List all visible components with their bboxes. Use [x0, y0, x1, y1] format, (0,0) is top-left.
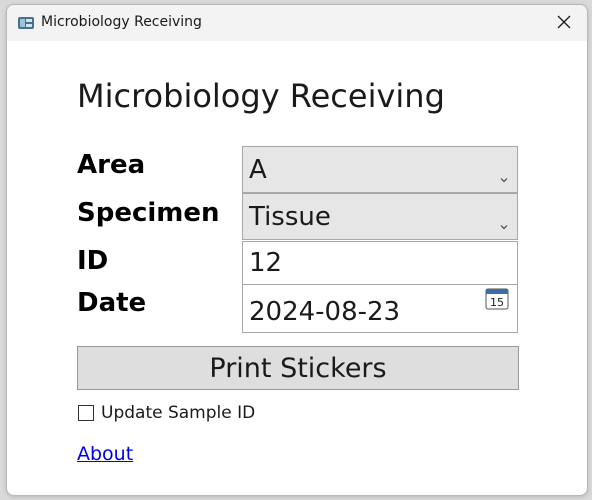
specimen-value: Tissue	[249, 201, 331, 232]
chevron-down-icon	[499, 209, 509, 230]
close-button[interactable]	[541, 5, 587, 41]
date-label: Date	[77, 288, 147, 318]
calendar-icon[interactable]: 15	[485, 287, 509, 310]
specimen-dropdown[interactable]: Tissue	[242, 193, 518, 240]
window-title: Microbiology Receiving	[41, 14, 202, 30]
page-title: Microbiology Receiving	[77, 77, 445, 115]
update-sample-id-checkbox[interactable]	[78, 405, 94, 421]
id-value: 12	[249, 248, 283, 278]
print-stickers-button[interactable]: Print Stickers	[77, 346, 519, 390]
close-icon	[557, 14, 571, 33]
chevron-down-icon	[499, 162, 509, 183]
area-dropdown[interactable]: A	[242, 146, 518, 193]
area-value: A	[249, 154, 267, 185]
id-input[interactable]: 12	[242, 241, 518, 285]
calendar-icon-day: 15	[490, 296, 504, 309]
date-value: 2024-08-23	[249, 296, 401, 327]
date-picker[interactable]: 2024-08-23 15	[242, 284, 518, 333]
app-window: Microbiology Receiving Microbiology Rece…	[6, 4, 588, 496]
update-sample-id-label: Update Sample ID	[101, 403, 256, 423]
app-icon	[17, 15, 35, 31]
title-bar: Microbiology Receiving	[7, 5, 587, 41]
area-label: Area	[77, 150, 146, 180]
id-label: ID	[77, 246, 109, 276]
specimen-label: Specimen	[77, 198, 220, 228]
about-link[interactable]: About	[77, 443, 133, 465]
